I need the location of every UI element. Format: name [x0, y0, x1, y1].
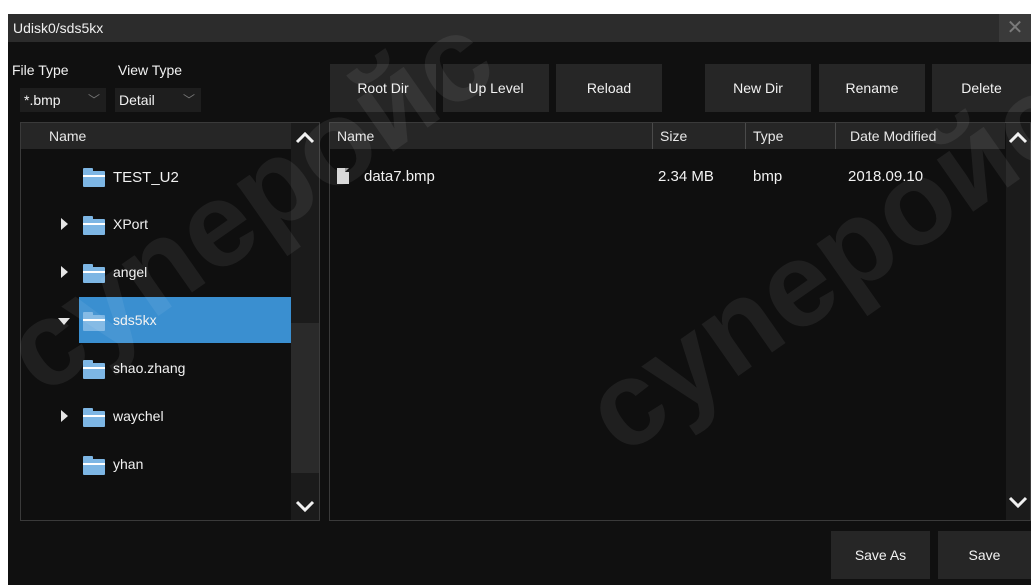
folder-icon — [83, 264, 105, 283]
tree-item-test-u2[interactable]: TEST_U2 — [21, 153, 291, 199]
file-type: bmp — [753, 168, 783, 185]
tree-scroll-thumb[interactable] — [291, 323, 319, 473]
tree-item-label: waychel — [113, 408, 164, 424]
view-type-select[interactable]: Detail ﹀ — [115, 88, 201, 112]
expand-arrow-icon[interactable] — [61, 218, 68, 230]
collapse-arrow-icon[interactable] — [58, 318, 70, 325]
column-header-type[interactable]: Type — [753, 128, 783, 144]
tree-item-label: shao.zhang — [113, 360, 186, 376]
tree-item-label: sds5kx — [113, 312, 157, 328]
expand-arrow-icon[interactable] — [61, 266, 68, 278]
tree-header: Name — [21, 123, 291, 149]
chevron-down-icon: ﹀ — [182, 93, 195, 107]
rename-button[interactable]: Rename — [819, 64, 925, 112]
tree-item-label: yhan — [113, 456, 144, 472]
column-divider[interactable] — [652, 123, 653, 149]
file-icon — [337, 168, 349, 184]
folder-icon — [83, 456, 105, 475]
tree-item-label: TEST_U2 — [113, 169, 179, 186]
file-type-label: File Type — [12, 62, 69, 78]
column-header-date[interactable]: Date Modified — [850, 128, 936, 144]
tree-item-label: angel — [113, 264, 148, 280]
save-button[interactable]: Save — [938, 531, 1031, 579]
file-size: 2.34 MB — [658, 168, 714, 185]
file-type-select[interactable]: *.bmp ﹀ — [20, 88, 106, 112]
window-title: Udisk0/sds5kx — [13, 20, 104, 36]
file-list-panel: Name Size Type Date Modified data7.bmp 2… — [329, 122, 1031, 521]
tree-item-label: XPort — [113, 216, 149, 232]
scroll-up-icon[interactable] — [294, 127, 316, 149]
folder-icon — [83, 360, 105, 379]
close-icon[interactable]: ✕ — [999, 14, 1031, 42]
tree-item-sds5kx[interactable]: sds5kx — [79, 297, 291, 343]
tree-item-xport[interactable]: XPort — [21, 201, 291, 247]
folder-icon — [83, 312, 105, 331]
folder-icon — [83, 168, 105, 187]
view-type-label: View Type — [118, 62, 183, 78]
folder-icon — [83, 216, 105, 235]
scroll-up-icon[interactable] — [1007, 127, 1029, 149]
save-as-button[interactable]: Save As — [831, 531, 930, 579]
file-list-header: Name Size Type Date Modified — [330, 123, 1005, 149]
file-date: 2018.09.10 — [848, 168, 924, 185]
folder-tree-panel: Name TEST_U2 XPort angel sds5kx shao.zha… — [20, 122, 320, 521]
folder-icon — [83, 408, 105, 427]
tree-item-angel[interactable]: angel — [21, 249, 291, 295]
file-dialog: Udisk0/sds5kx ✕ File Type View Type *.bm… — [8, 14, 1031, 585]
root-dir-button[interactable]: Root Dir — [330, 64, 436, 112]
file-type-value: *.bmp — [24, 92, 61, 108]
file-name: data7.bmp — [364, 168, 435, 185]
reload-button[interactable]: Reload — [556, 64, 662, 112]
chevron-down-icon: ﹀ — [87, 93, 100, 107]
title-bar: Udisk0/sds5kx ✕ — [8, 14, 1031, 42]
scroll-down-icon[interactable] — [294, 495, 316, 517]
tree-item-shao-zhang[interactable]: shao.zhang — [21, 345, 291, 391]
view-type-value: Detail — [119, 92, 155, 108]
new-dir-button[interactable]: New Dir — [705, 64, 811, 112]
scroll-down-icon[interactable] — [1007, 491, 1029, 513]
file-row[interactable]: data7.bmp 2.34 MB bmp 2018.09.10 — [330, 159, 1005, 195]
column-header-size[interactable]: Size — [660, 128, 687, 144]
column-divider[interactable] — [835, 123, 836, 149]
tree-header-name: Name — [49, 128, 87, 144]
tree-item-yhan[interactable]: yhan — [21, 441, 291, 487]
expand-arrow-icon[interactable] — [61, 410, 68, 422]
column-header-name[interactable]: Name — [337, 128, 374, 144]
tree-item-waychel[interactable]: waychel — [21, 393, 291, 439]
file-list-scrollbar[interactable] — [1006, 123, 1030, 520]
column-divider[interactable] — [745, 123, 746, 149]
up-level-button[interactable]: Up Level — [443, 64, 549, 112]
delete-button[interactable]: Delete — [932, 64, 1031, 112]
